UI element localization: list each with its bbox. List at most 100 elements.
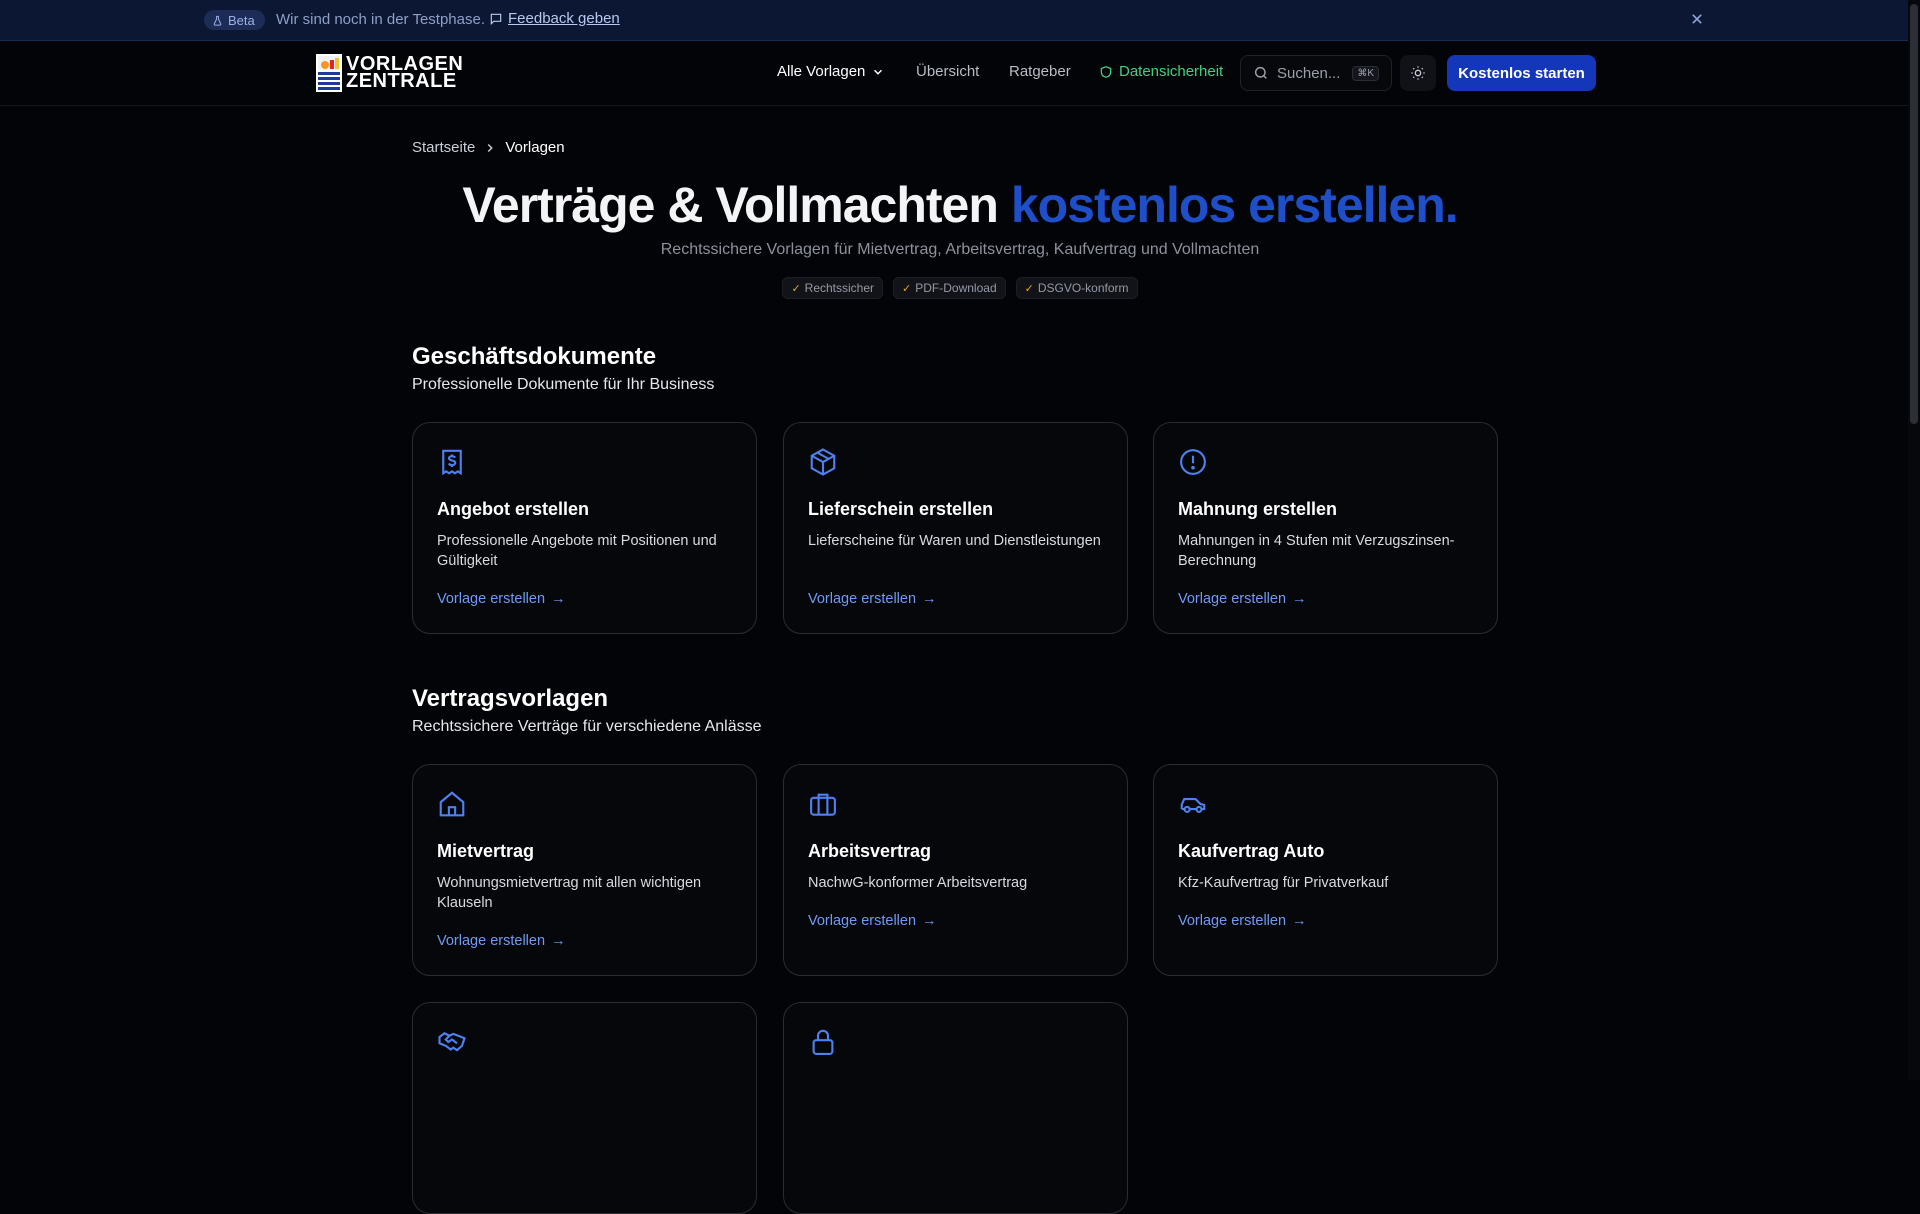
check-icon: ✓ <box>1024 282 1034 295</box>
chevron-right-icon <box>488 143 494 152</box>
link-label: Vorlage erstellen <box>808 591 917 607</box>
chip-label: PDF-Download <box>915 281 997 295</box>
nav-security-label: Datensicherheit <box>1119 63 1224 80</box>
card-title: Mietvertrag <box>437 841 535 861</box>
logo-mark-icon <box>316 54 342 92</box>
breadcrumb: Startseite Vorlagen <box>412 139 565 156</box>
chip-pdf: ✓ PDF-Download <box>893 277 1006 299</box>
section-title-business: Geschäftsdokumente <box>412 343 657 370</box>
feedback-link-label: Feedback geben <box>508 10 620 27</box>
card-description: NachwG-konformer Arbeitsvertrag <box>808 875 1028 891</box>
section-subtitle-contracts: Rechtssichere Verträge für verschiedene … <box>412 718 762 735</box>
card-description: Mahnungen in 4 Stufen mit Verzugszinsen-… <box>1178 533 1455 569</box>
breadcrumb-home-link[interactable]: Startseite <box>412 139 475 156</box>
main-navbar: VORLAGEN ZENTRALE Alle Vorlagen Übersich… <box>0 41 1920 106</box>
close-banner-button[interactable] <box>1687 9 1707 29</box>
card-title: Kaufvertrag Auto <box>1178 841 1325 861</box>
nav-overview-link[interactable]: Übersicht <box>916 63 979 80</box>
start-free-button[interactable]: Kostenlos starten <box>1447 55 1596 91</box>
handshake-icon <box>437 1027 467 1057</box>
chip-label: Rechtssicher <box>804 281 875 295</box>
nav-all-templates-dropdown[interactable]: Alle Vorlagen <box>777 63 885 80</box>
house-icon <box>437 789 467 819</box>
chip-legal: ✓ Rechtssicher <box>782 277 884 299</box>
package-box-icon <box>808 447 838 477</box>
check-icon: ✓ <box>791 282 801 295</box>
breadcrumb-current: Vorlagen <box>505 139 565 156</box>
briefcase-icon <box>808 789 838 819</box>
nav-all-templates-label: Alle Vorlagen <box>777 63 866 80</box>
card-title: Angebot erstellen <box>437 499 590 519</box>
card-title: Arbeitsvertrag <box>808 841 932 861</box>
close-icon <box>1692 14 1702 24</box>
page-title: Verträge & Vollmachten kostenlos erstell… <box>0 176 1920 234</box>
flask-icon <box>213 15 222 26</box>
card-rental-contract[interactable]: Mietvertrag Wohnungsmietvertrag mit alle… <box>412 764 757 976</box>
card-reminder[interactable]: Mahnung erstellen Mahnungen in 4 Stufen … <box>1153 422 1498 634</box>
beta-banner: Beta Wir sind noch in der Testphase. Fee… <box>0 0 1920 41</box>
sun-icon <box>1411 66 1425 80</box>
logo-line-2: ZENTRALE <box>346 70 457 92</box>
chip-label: DSGVO-konform <box>1037 281 1129 295</box>
card-quote[interactable]: Angebot erstellen Professionelle Angebot… <box>412 422 757 634</box>
create-template-link[interactable]: Vorlage erstellen → <box>437 591 566 607</box>
link-label: Vorlage erstellen <box>437 591 546 607</box>
search-input[interactable]: Suchen... ⌘K <box>1240 55 1392 91</box>
nav-guide-link[interactable]: Ratgeber <box>1009 63 1071 80</box>
link-label: Vorlage erstellen <box>1178 591 1287 607</box>
arrow-right-icon: → <box>1292 913 1307 929</box>
link-label: Vorlage erstellen <box>437 933 546 949</box>
arrow-right-icon: → <box>922 913 937 929</box>
card-car-purchase-contract[interactable]: Kaufvertrag Auto Kfz-Kaufvertrag für Pri… <box>1153 764 1498 976</box>
feature-chips: ✓ Rechtssicher ✓ PDF-Download ✓ DSGVO-konfo… <box>0 277 1920 299</box>
chevron-down-icon <box>874 69 883 75</box>
create-template-link[interactable]: Vorlage erstellen → <box>437 933 566 949</box>
car-icon <box>1178 789 1208 819</box>
shield-icon <box>1100 65 1112 78</box>
card-title: Lieferschein erstellen <box>808 499 994 519</box>
chip-gdpr: ✓ DSGVO-konform <box>1015 277 1138 299</box>
beta-message: Wir sind noch in der Testphase. <box>276 11 485 28</box>
card-description: Wohnungsmietvertrag mit allen wichtigen … <box>437 875 702 911</box>
page-subtitle: Rechtssichere Vorlagen für Mietvertrag, … <box>660 241 1260 258</box>
create-template-link[interactable]: Vorlage erstellen → <box>808 913 937 929</box>
page-title-main: Verträge & Vollmachten <box>462 177 999 233</box>
arrow-right-icon: → <box>551 591 566 607</box>
card-description: Lieferscheine für Waren und Dienstleistu… <box>808 533 1101 549</box>
create-template-link[interactable]: Vorlage erstellen → <box>1178 591 1307 607</box>
card-employment-contract[interactable]: Arbeitsvertrag NachwG-konformer Arbeitsv… <box>783 764 1128 976</box>
section-subtitle-business: Professionelle Dokumente für Ihr Busines… <box>412 376 715 393</box>
page-scrollbar[interactable] <box>1908 0 1920 1080</box>
card-description: Kfz-Kaufvertrag für Privatverkauf <box>1178 875 1389 891</box>
arrow-right-icon: → <box>551 933 566 949</box>
link-label: Vorlage erstellen <box>1178 913 1287 929</box>
search-shortcut-badge: ⌘K <box>1352 65 1379 81</box>
lock-icon <box>808 1027 838 1057</box>
beta-badge: Beta <box>204 10 265 30</box>
create-template-link[interactable]: Vorlage erstellen → <box>1178 913 1307 929</box>
card-delivery-note[interactable]: Lieferschein erstellen Lieferscheine für… <box>783 422 1128 634</box>
card-description: Professionelle Angebote mit Positionen u… <box>437 533 717 569</box>
arrow-right-icon: → <box>922 591 937 607</box>
beta-badge-label: Beta <box>228 12 255 28</box>
create-template-link[interactable]: Vorlage erstellen → <box>808 591 937 607</box>
check-icon: ✓ <box>902 282 912 295</box>
nav-security-link[interactable]: Datensicherheit <box>1099 63 1223 80</box>
page-title-accent: kostenlos erstellen. <box>1010 177 1459 233</box>
link-label: Vorlage erstellen <box>808 913 917 929</box>
card-partial-lock[interactable] <box>783 1002 1128 1214</box>
logo-wordmark: VORLAGEN ZENTRALE <box>346 54 463 92</box>
section-title-contracts: Vertragsvorlagen <box>412 685 609 712</box>
card-title: Mahnung erstellen <box>1178 499 1338 519</box>
arrow-right-icon: → <box>1292 591 1307 607</box>
alert-circle-icon <box>1178 447 1208 477</box>
theme-toggle-button[interactable] <box>1400 55 1436 91</box>
message-icon <box>490 13 502 25</box>
receipt-dollar-icon <box>437 447 467 477</box>
feedback-link[interactable]: Feedback geben <box>489 10 620 27</box>
search-placeholder: Suchen... <box>1277 64 1341 82</box>
site-logo[interactable]: VORLAGEN ZENTRALE <box>316 53 463 93</box>
card-partial-handshake[interactable] <box>412 1002 757 1214</box>
scrollbar-thumb[interactable] <box>1910 4 1918 424</box>
search-icon <box>1254 66 1267 79</box>
